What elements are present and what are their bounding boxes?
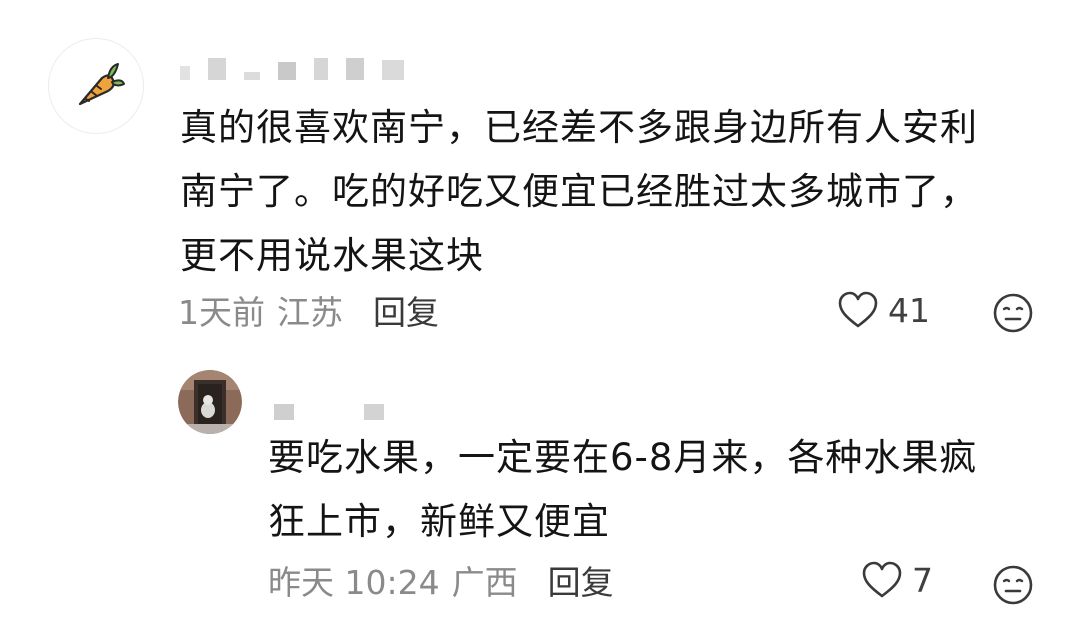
like-count: 7 bbox=[912, 560, 933, 600]
avatar[interactable] bbox=[48, 38, 144, 134]
like-button[interactable]: 7 bbox=[860, 560, 933, 600]
heart-icon bbox=[838, 291, 878, 328]
comment-time: 昨天 10:24 bbox=[268, 563, 440, 602]
photo-avatar bbox=[178, 370, 242, 434]
dislike-button[interactable] bbox=[992, 292, 1034, 338]
like-button[interactable]: 41 bbox=[836, 290, 930, 330]
comment-location: 广西 bbox=[451, 563, 518, 602]
comment-meta: 昨天 10:24 广西 回复 bbox=[268, 560, 614, 602]
username-redacted bbox=[180, 56, 510, 80]
comment-text: 要吃水果，一定要在6-8月来，各种水果疯 狂上市，新鲜又便宜 bbox=[268, 436, 978, 543]
avatar[interactable] bbox=[178, 370, 242, 434]
reply-button[interactable]: 回复 bbox=[548, 556, 614, 604]
neutral-face-icon bbox=[993, 293, 1033, 333]
comment-text: 真的很喜欢南宁，已经差不多跟身边所有人安利 南宁了。吃的好吃又便宜已经胜过太多城… bbox=[180, 106, 978, 277]
comment-time: 1天前 bbox=[178, 293, 265, 332]
dislike-button[interactable] bbox=[992, 564, 1034, 610]
reply-button[interactable]: 回复 bbox=[373, 286, 439, 334]
comment-location: 江苏 bbox=[277, 293, 343, 332]
like-count: 41 bbox=[888, 290, 930, 330]
heart-icon bbox=[862, 561, 902, 598]
username-redacted bbox=[274, 396, 404, 420]
comment-meta: 1天前 江苏 回复 bbox=[178, 290, 439, 332]
neutral-face-icon bbox=[993, 565, 1033, 605]
carrot-icon bbox=[78, 63, 125, 106]
